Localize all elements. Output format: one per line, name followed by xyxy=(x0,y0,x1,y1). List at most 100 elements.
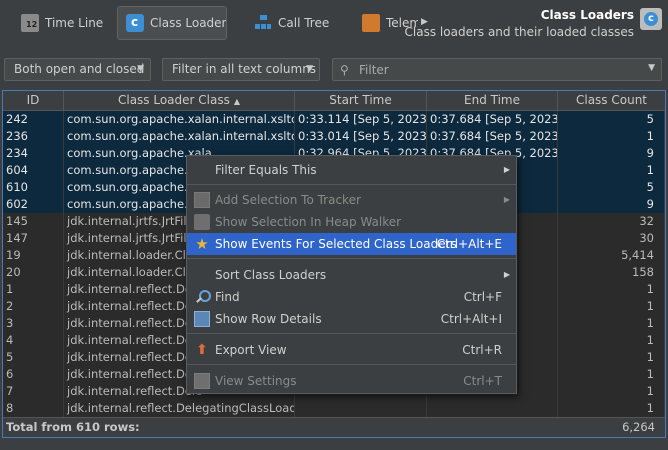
cell-class-count: 5,414 xyxy=(558,247,665,264)
text-columns-dropdown[interactable]: Filter in all text columns ▼ xyxy=(162,58,320,81)
filter-input[interactable] xyxy=(359,61,639,78)
column-header-id[interactable]: ID xyxy=(3,91,64,111)
menu-item-label: Show Events For Selected Class Loaders xyxy=(215,237,457,251)
context-menu: Filter Equals This ▶ Add Selection To Tr… xyxy=(186,155,517,394)
scope-dropdown[interactable]: Both open and closed ▼ xyxy=(4,58,151,81)
menu-item-shortcut: Ctrl+F xyxy=(463,290,502,304)
cell-class-count: 9 xyxy=(558,196,665,213)
chevron-down-icon[interactable]: ▼ xyxy=(648,63,655,73)
cell-class-loader-class: com.sun.org.apache.xalan.internal.xsltc.… xyxy=(64,111,295,128)
menu-item-label: Sort Class Loaders xyxy=(215,268,327,282)
submenu-arrow-icon: ▶ xyxy=(503,195,510,204)
view-title-area: Class Loaders Class loaders and their lo… xyxy=(405,8,634,39)
tab-call-tree[interactable]: Call Tree xyxy=(246,6,336,40)
menu-item-export-view[interactable]: ⬆ Export View Ctrl+R xyxy=(187,339,516,361)
star-icon: ★ xyxy=(195,235,209,253)
cell-id: 8 xyxy=(3,400,64,417)
filter-bar: Both open and closed ▼ Filter in all tex… xyxy=(0,58,668,82)
filter-search-box[interactable]: ⚲ ▼ xyxy=(332,58,662,81)
cell-class-count: 1 xyxy=(558,298,665,315)
column-header-label: End Time xyxy=(464,93,520,107)
telemetry-icon xyxy=(362,14,380,32)
search-icon: ⚲ xyxy=(340,63,349,77)
cell-class-loader-class: jdk.internal.reflect.DelegatingClassLoad… xyxy=(64,400,295,417)
column-header-end-time[interactable]: End Time xyxy=(427,91,558,111)
class-loader-view-icon xyxy=(640,8,662,30)
tab-time-line[interactable]: Time Line xyxy=(13,6,103,40)
menu-item-show-row-details[interactable]: Show Row Details Ctrl+Alt+I xyxy=(187,308,516,330)
cell-end-time: 0:37.684 [Sep 5, 2023, ... xyxy=(427,128,558,145)
menu-item-show-events[interactable]: ★ Show Events For Selected Class Loaders… xyxy=(187,233,516,255)
table-row[interactable]: 242 com.sun.org.apache.xalan.internal.xsl… xyxy=(3,111,665,128)
text-columns-dropdown-value: Filter in all text columns xyxy=(172,62,317,76)
cell-class-count: 5 xyxy=(558,179,665,196)
export-icon: ⬆ xyxy=(196,342,208,358)
menu-item-shortcut: Ctrl+R xyxy=(462,343,502,357)
submenu-arrow-icon: ▶ xyxy=(503,270,510,279)
tab-label: Class Loaders xyxy=(150,16,227,30)
menu-item-shortcut: Ctrl+Alt+E xyxy=(436,237,502,251)
menu-item-add-selection-to-tracker[interactable]: Add Selection To Tracker ▶ xyxy=(187,189,516,211)
table-row[interactable]: 236 com.sun.org.apache.xalan.internal.xsl… xyxy=(3,128,665,145)
tracker-icon xyxy=(194,192,210,208)
cell-id: 147 xyxy=(3,230,64,247)
cell-class-count: 1 xyxy=(558,349,665,366)
menu-item-find[interactable]: Find Ctrl+F xyxy=(187,286,516,308)
chevron-down-icon: ▼ xyxy=(137,64,144,74)
chevron-down-icon: ▼ xyxy=(306,64,313,74)
cell-id: 610 xyxy=(3,179,64,196)
tab-class-loaders[interactable]: Class Loaders xyxy=(117,6,227,40)
column-header-label: Start Time xyxy=(329,93,392,107)
menu-item-label: Export View xyxy=(215,343,287,357)
column-header-label: ID xyxy=(26,93,40,107)
cell-id: 7 xyxy=(3,383,64,400)
table-header: ID Class Loader Class ▲ Start Time End Ti… xyxy=(3,91,665,111)
sort-ascending-icon: ▲ xyxy=(233,97,241,106)
cell-start-time: 0:33.014 [Sep 5, 2023, 1... xyxy=(295,128,427,145)
cell-id: 604 xyxy=(3,162,64,179)
cell-id: 20 xyxy=(3,264,64,281)
cell-id: 19 xyxy=(3,247,64,264)
menu-item-view-settings[interactable]: View Settings Ctrl+T xyxy=(187,370,516,392)
menu-item-label: Show Selection In Heap Walker xyxy=(215,215,402,229)
cell-class-count: 9 xyxy=(558,145,665,162)
menu-separator xyxy=(187,258,516,259)
tab-label: Call Tree xyxy=(278,16,330,30)
menu-item-label: Filter Equals This xyxy=(215,163,317,177)
total-value: 6,264 xyxy=(622,420,655,434)
find-icon xyxy=(194,289,211,305)
cell-id: 6 xyxy=(3,366,64,383)
column-header-start-time[interactable]: Start Time xyxy=(295,91,427,111)
column-header-class[interactable]: Class Loader Class ▲ xyxy=(64,91,295,111)
menu-separator xyxy=(187,184,516,185)
menu-item-show-in-heap-walker[interactable]: Show Selection In Heap Walker xyxy=(187,211,516,233)
scope-dropdown-value: Both open and closed xyxy=(14,62,145,76)
cell-id: 3 xyxy=(3,315,64,332)
menu-item-shortcut: Ctrl+T xyxy=(463,374,502,388)
menu-item-filter-equals[interactable]: Filter Equals This ▶ xyxy=(187,159,516,181)
menu-item-label: Find xyxy=(215,290,240,304)
table-row[interactable]: 8 jdk.internal.reflect.DelegatingClassLoa… xyxy=(3,400,665,417)
heap-walker-icon xyxy=(194,214,210,230)
cell-class-count: 1 xyxy=(558,383,665,400)
call-tree-icon xyxy=(254,14,272,32)
settings-icon xyxy=(194,373,210,389)
column-header-class-count[interactable]: Class Count xyxy=(558,91,665,111)
view-title: Class Loaders xyxy=(540,8,634,22)
cell-end-time: 0:37.684 [Sep 5, 2023, ... xyxy=(427,111,558,128)
column-header-label: Class Count xyxy=(575,93,648,107)
cell-class-count: 1 xyxy=(558,162,665,179)
menu-item-label: View Settings xyxy=(215,374,297,388)
row-details-icon xyxy=(194,311,210,327)
cell-class-count: 32 xyxy=(558,213,665,230)
menu-item-sort-class-loaders[interactable]: Sort Class Loaders ▶ xyxy=(187,264,516,286)
cell-class-count: 1 xyxy=(558,332,665,349)
cell-class-count: 1 xyxy=(558,281,665,298)
cell-class-count: 30 xyxy=(558,230,665,247)
total-label: Total from 610 rows: xyxy=(6,420,140,434)
cell-id: 145 xyxy=(3,213,64,230)
class-loader-icon xyxy=(126,14,144,32)
column-header-label: Class Loader Class xyxy=(117,93,230,107)
cell-id: 4 xyxy=(3,332,64,349)
cell-class-count: 1 xyxy=(558,366,665,383)
